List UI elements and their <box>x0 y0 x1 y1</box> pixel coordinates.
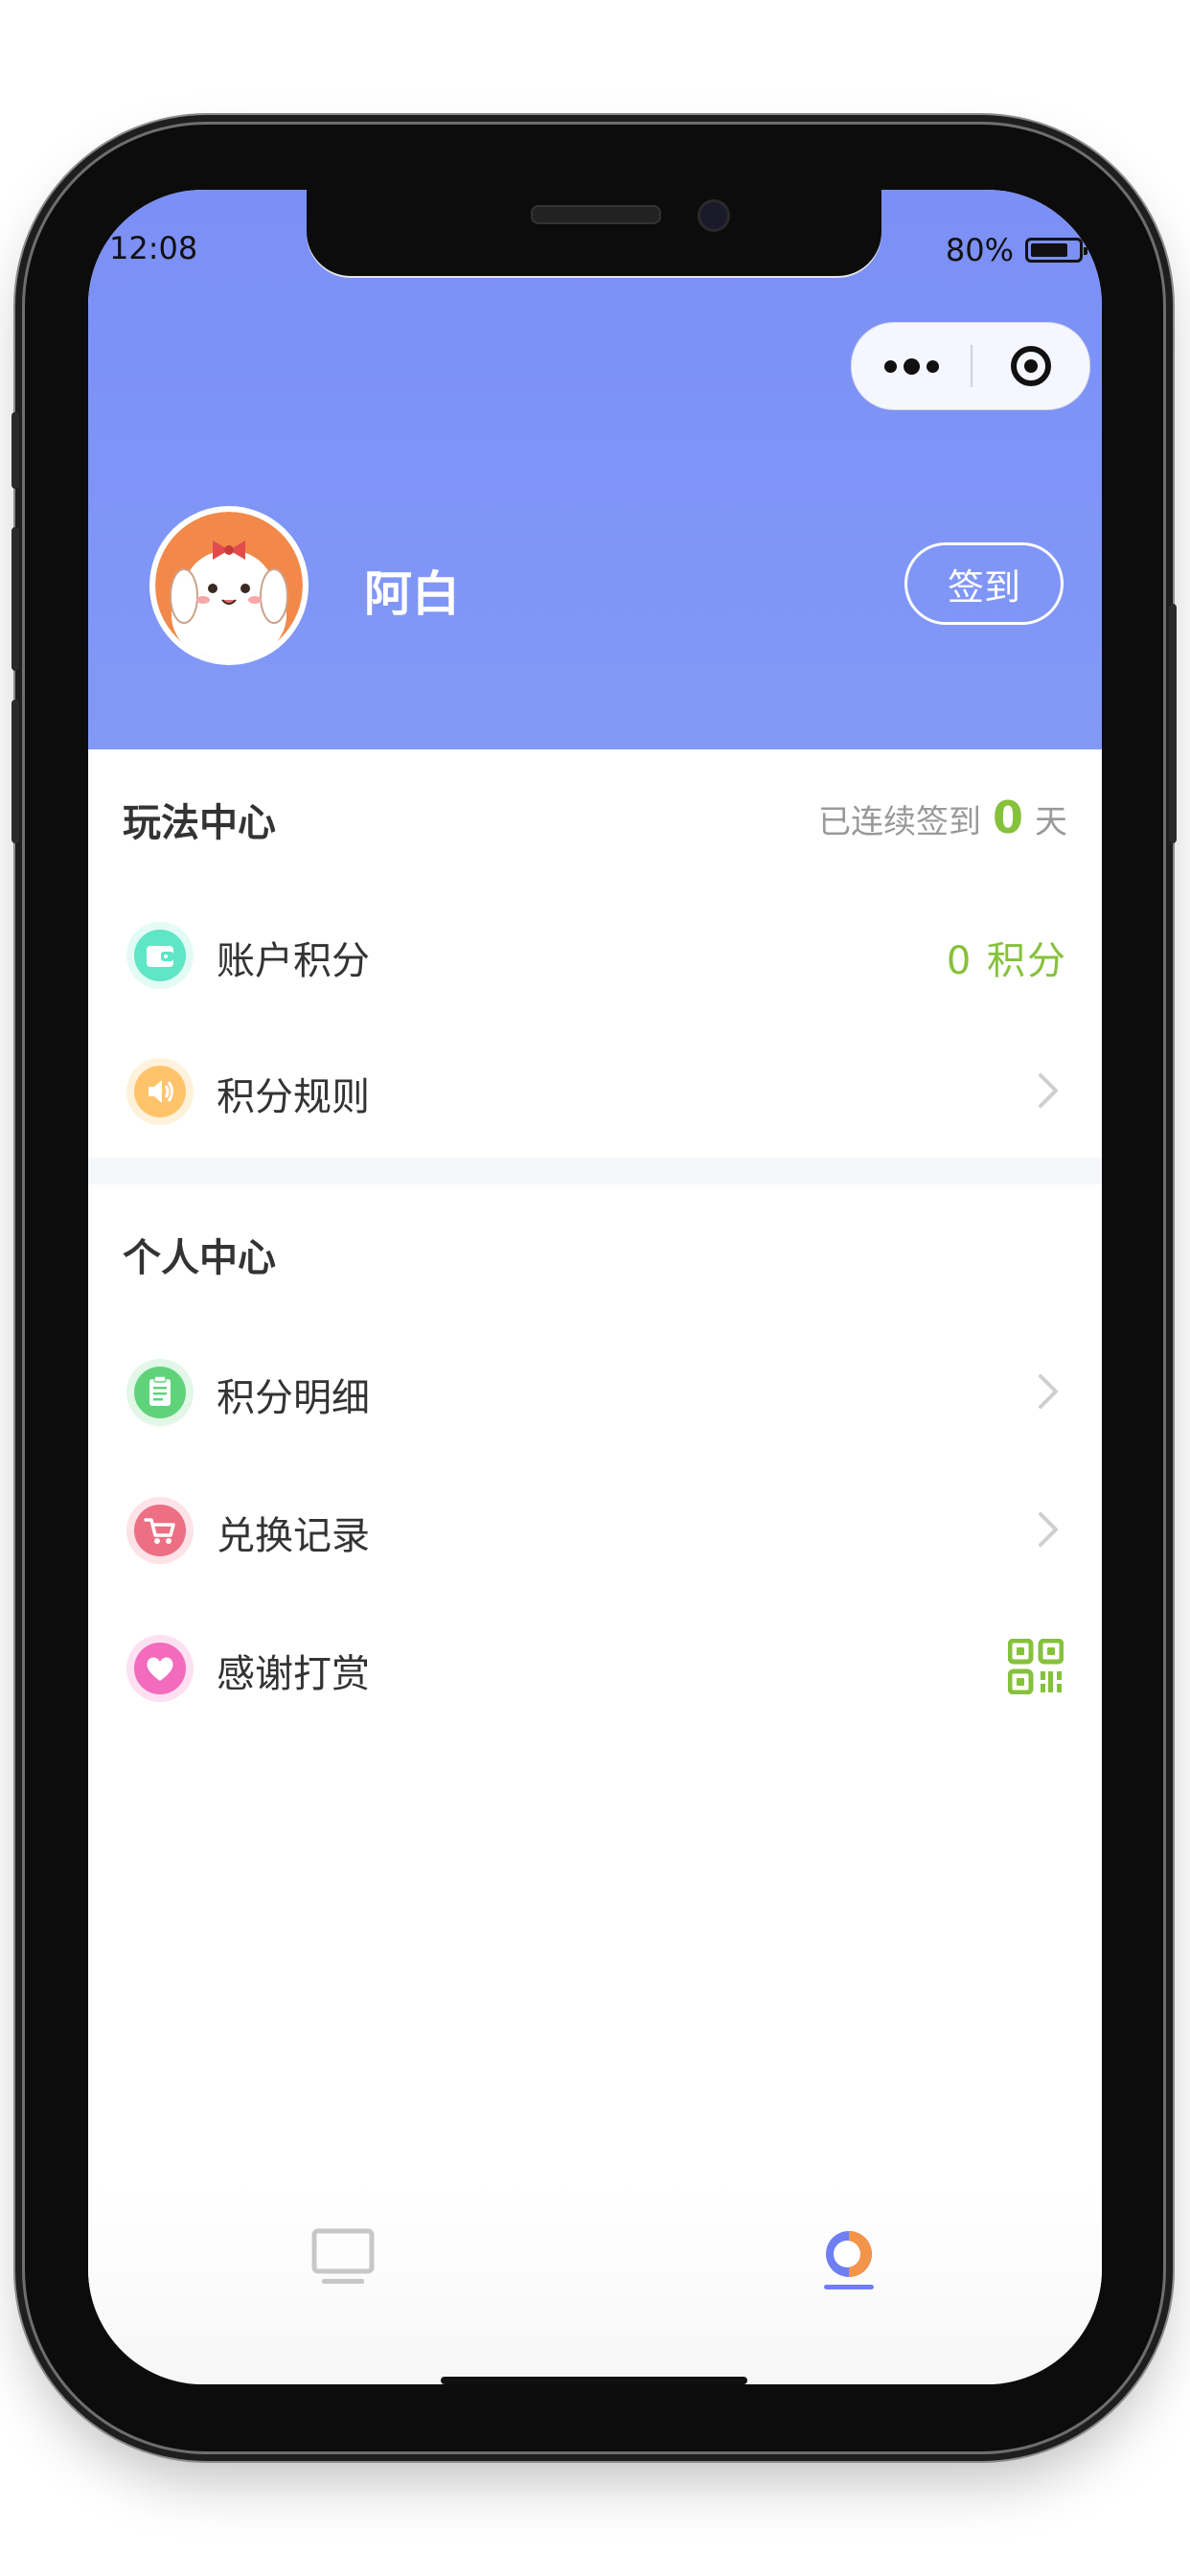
cart-icon <box>126 1497 194 1564</box>
list-item-label: 兑换记录 <box>217 1514 370 1558</box>
profile-icon <box>824 2231 874 2289</box>
front-camera <box>698 199 730 232</box>
speaker-grille <box>531 205 661 224</box>
power-button <box>1169 604 1177 843</box>
chevron-right-icon <box>1039 1374 1058 1409</box>
clipboard-icon <box>126 1359 194 1426</box>
list-item-points-detail[interactable]: 积分明细 <box>88 1334 1102 1449</box>
list-item-label: 账户积分 <box>217 939 370 983</box>
tab-bar <box>88 2183 1102 2384</box>
chevron-right-icon <box>1039 1073 1058 1108</box>
speaker-icon <box>126 1058 194 1125</box>
close-target-icon[interactable] <box>973 323 1089 409</box>
list-item-label: 积分规则 <box>217 1075 370 1119</box>
list-item-account-points[interactable]: 账户积分 0 积分 <box>88 897 1102 1012</box>
tab-home[interactable] <box>305 2221 381 2298</box>
volume-up-button <box>11 527 19 671</box>
streak-prefix: 已连续签到 <box>817 803 981 841</box>
silent-switch <box>11 412 19 489</box>
list-item-label: 积分明细 <box>217 1376 370 1420</box>
streak-days: 0 <box>992 792 1023 843</box>
wallet-icon <box>126 922 194 989</box>
device-notch <box>307 190 881 276</box>
username: 阿白 <box>364 566 460 622</box>
volume-down-button <box>11 700 19 843</box>
section-divider <box>88 1158 1102 1184</box>
chevron-right-icon <box>1039 1512 1058 1547</box>
signin-streak: 已连续签到 0 天 <box>818 792 1067 843</box>
points-value: 0 积分 <box>946 939 1067 983</box>
more-menu-icon[interactable] <box>852 323 971 409</box>
app-screen: 阿白 签到 12:08 80% 玩法中心 已连续签到 0 天 账户积分 0 积分 <box>88 190 1102 2384</box>
heart-icon <box>126 1635 194 1702</box>
list-item-exchange-records[interactable]: 兑换记录 <box>88 1472 1102 1587</box>
list-item-label: 感谢打赏 <box>217 1652 370 1696</box>
battery-icon <box>1025 238 1087 263</box>
tab-me[interactable] <box>811 2221 887 2298</box>
monitor-icon <box>311 2228 375 2284</box>
signin-button[interactable]: 签到 <box>904 542 1064 625</box>
list-item-points-rules[interactable]: 积分规则 <box>88 1033 1102 1148</box>
avatar[interactable] <box>149 506 309 665</box>
list-item-reward[interactable]: 感谢打赏 <box>88 1610 1102 1725</box>
play-center-title: 玩法中心 <box>123 801 276 845</box>
qr-code-icon[interactable] <box>1008 1639 1064 1694</box>
miniprogram-capsule[interactable] <box>851 322 1090 410</box>
battery-percent: 80% <box>945 232 1014 268</box>
battery-status: 80% <box>945 232 1087 268</box>
streak-suffix: 天 <box>1035 803 1067 841</box>
status-time: 12:08 <box>109 230 198 266</box>
personal-center-title: 个人中心 <box>123 1236 276 1280</box>
home-indicator <box>441 2377 747 2384</box>
